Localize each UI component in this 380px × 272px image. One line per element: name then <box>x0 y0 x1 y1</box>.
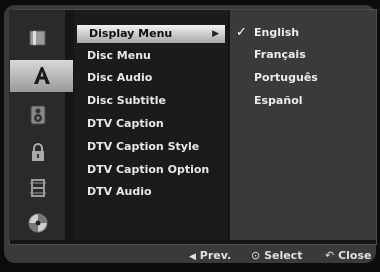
menu-item-disc-audio[interactable]: Disc Audio <box>75 69 225 87</box>
language-options-panel <box>230 10 376 240</box>
menu-item-dtv-audio[interactable]: DTV Audio <box>75 183 225 201</box>
language-icon[interactable] <box>10 60 73 92</box>
arrow-right-icon: ▶ <box>212 29 219 39</box>
return-icon: ↶ <box>325 249 335 262</box>
select-label: Select <box>264 249 303 262</box>
menu-item-display-menu[interactable]: Display Menu ▶ <box>77 25 225 43</box>
menu-item-disc-subtitle[interactable]: Disc Subtitle <box>75 92 225 110</box>
checkmark-icon: ✓ <box>236 25 247 40</box>
disc-icon[interactable] <box>10 22 66 54</box>
menu-item-dtv-caption-style[interactable]: DTV Caption Style <box>75 138 225 156</box>
close-hint[interactable]: ↶ Close <box>325 249 371 262</box>
close-label: Close <box>338 249 372 262</box>
dvd-icon[interactable] <box>10 207 66 239</box>
enter-button-icon: ⊙ <box>251 249 261 262</box>
option-portugues[interactable]: Português <box>254 69 318 87</box>
menu-item-disc-menu[interactable]: Disc Menu <box>75 47 225 65</box>
option-espanol[interactable]: Español <box>254 92 303 110</box>
option-francais[interactable]: Français <box>254 46 306 64</box>
menu-item-label: Display Menu <box>89 27 173 40</box>
option-english[interactable]: English <box>254 24 299 42</box>
left-arrow-icon: ◀ <box>189 252 196 262</box>
film-icon[interactable] <box>10 172 66 204</box>
menu-item-dtv-caption[interactable]: DTV Caption <box>75 115 225 133</box>
select-hint[interactable]: ⊙ Select <box>251 249 302 262</box>
menu-item-dtv-caption-option[interactable]: DTV Caption Option <box>75 161 225 179</box>
lock-icon[interactable] <box>10 136 66 168</box>
footer-bar: ◀ Prev. ⊙ Select ↶ Close <box>4 243 376 265</box>
prev-label: Prev. <box>199 249 232 262</box>
prev-hint[interactable]: ◀ Prev. <box>189 249 231 262</box>
speaker-icon[interactable] <box>10 99 66 131</box>
